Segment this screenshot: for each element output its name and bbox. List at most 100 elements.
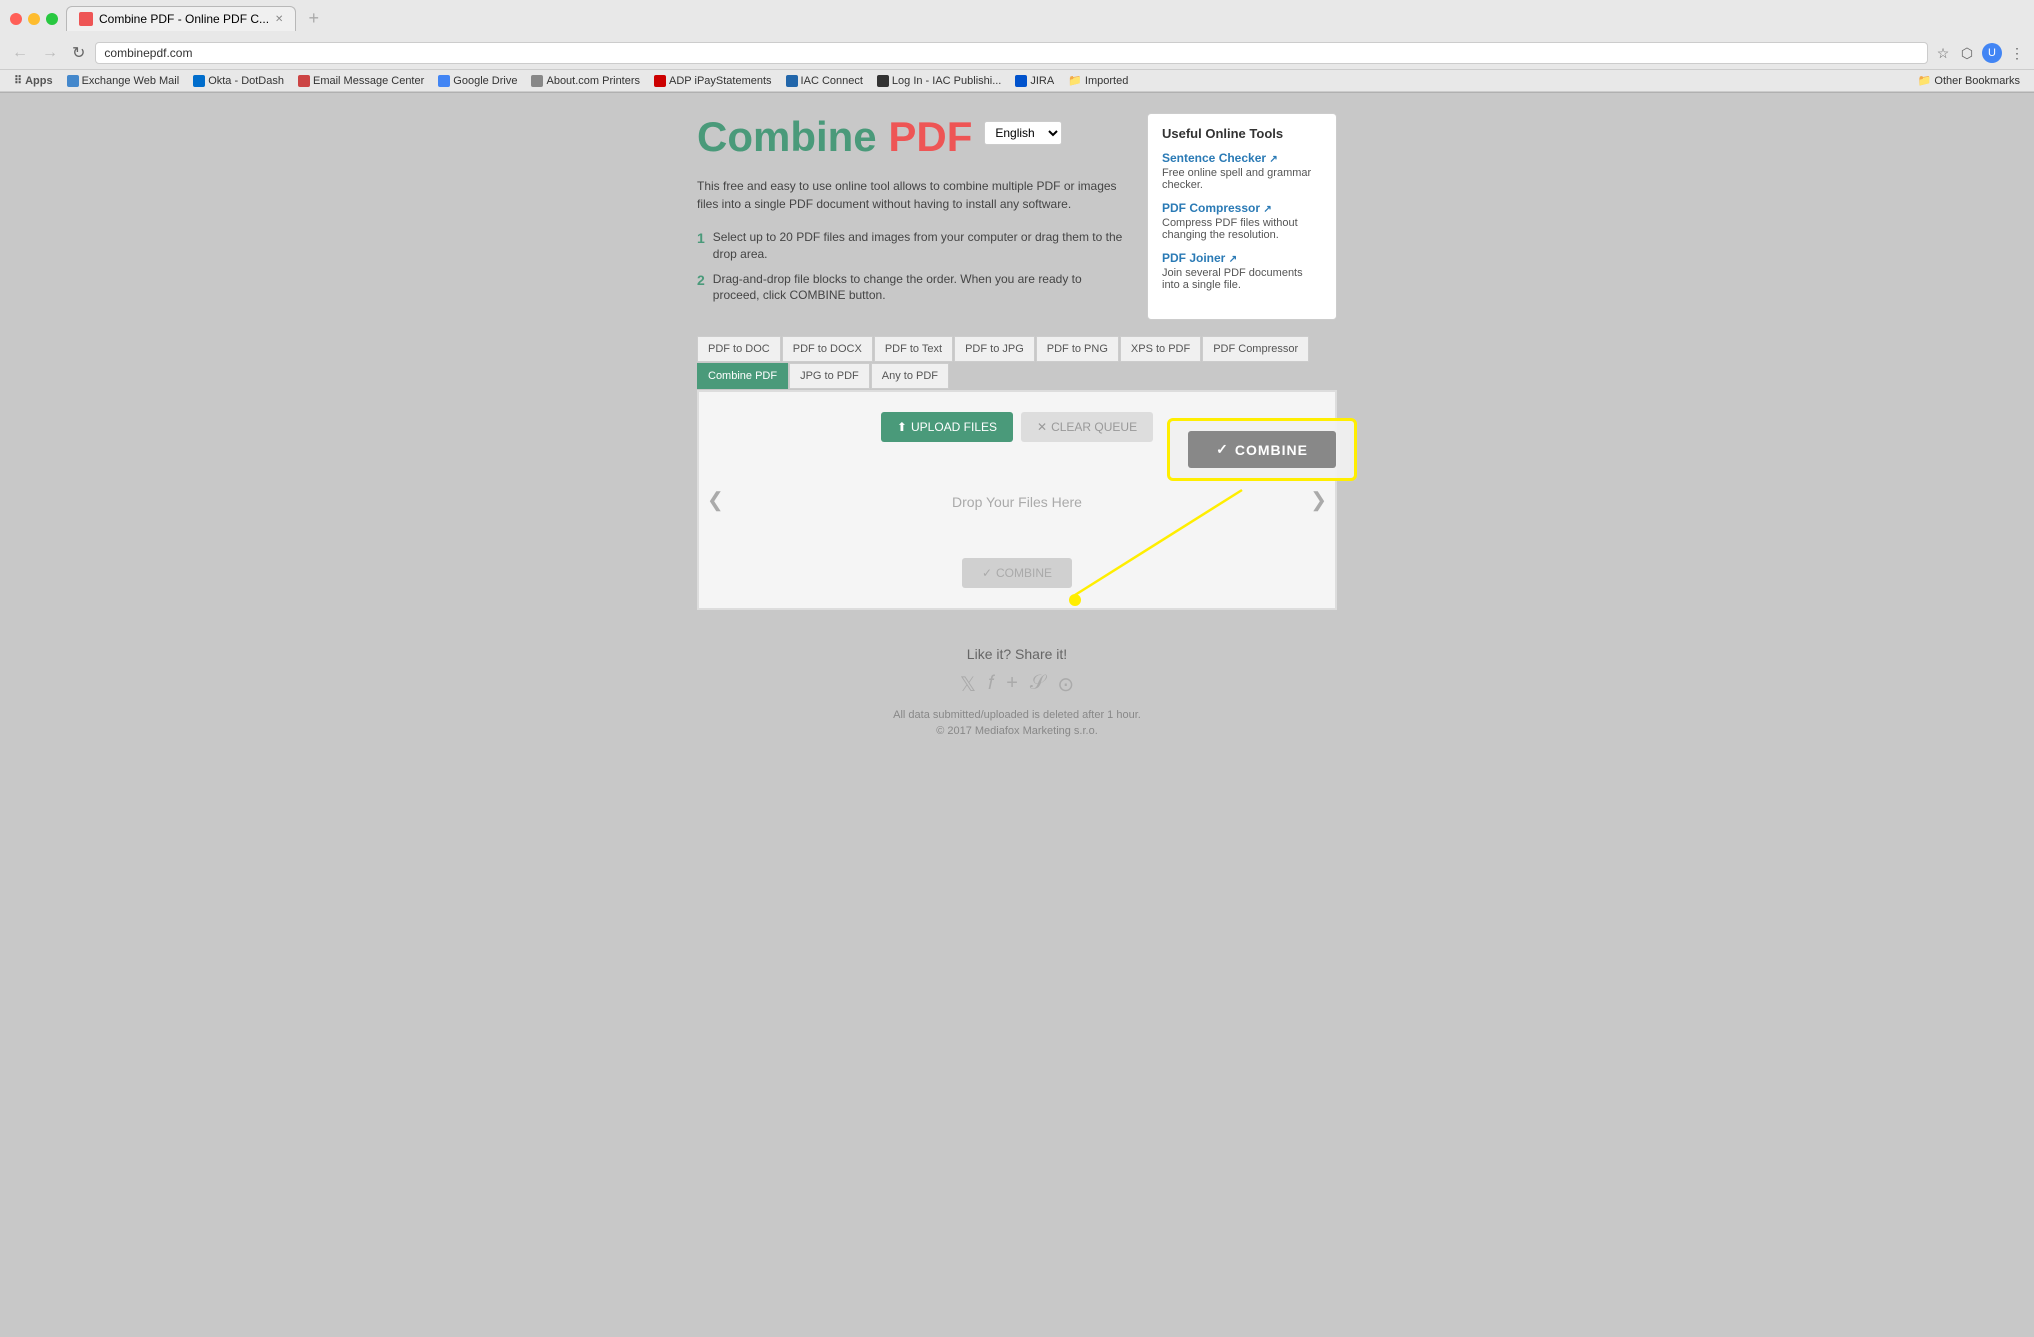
iac-icon <box>786 75 798 87</box>
bookmark-about-label: About.com Printers <box>546 75 640 87</box>
bookmark-iac[interactable]: IAC Connect <box>780 73 869 89</box>
title-bar: Combine PDF - Online PDF C... ✕ + <box>0 0 2034 37</box>
bookmark-apps[interactable]: ⠿ Apps <box>8 72 59 89</box>
bookmark-iac-label: IAC Connect <box>801 75 863 87</box>
instruction-text-2: Drag-and-drop file blocks to change the … <box>713 271 1131 305</box>
bookmark-okta-label: Okta - DotDash <box>208 75 284 87</box>
top-area: Combine PDF English French German Spanis… <box>697 113 1337 320</box>
bookmark-loginiac[interactable]: Log In - IAC Publishi... <box>871 73 1007 89</box>
tab-jpg-to-pdf[interactable]: JPG to PDF <box>789 363 870 389</box>
twitter-icon[interactable]: 𝕏 <box>960 672 976 697</box>
exchange-icon <box>67 75 79 87</box>
check-active-icon: ✓ <box>1216 441 1229 458</box>
combine-disabled-label: COMBINE <box>996 566 1052 580</box>
pdf-joiner-link[interactable]: PDF Joiner ↗ <box>1162 251 1237 265</box>
googleplus-icon[interactable]: + <box>1006 672 1018 697</box>
pdf-joiner-label: PDF Joiner <box>1162 251 1225 265</box>
bookmark-other[interactable]: 📁 Other Bookmarks <box>1912 72 2026 89</box>
instruction-num-1: 1 <box>697 229 705 263</box>
facebook-icon[interactable]: 𝑓 <box>988 672 994 697</box>
menu-icon[interactable]: ⋮ <box>2008 44 2026 62</box>
combine-highlight-box: ✓ COMBINE <box>1167 418 1357 481</box>
external-link-icon-2: ↗ <box>1263 204 1271 215</box>
combine-button-active[interactable]: ✓ COMBINE <box>1188 431 1336 468</box>
footer-copyright: © 2017 Mediafox Marketing s.r.o. <box>713 725 1321 737</box>
bookmark-okta[interactable]: Okta - DotDash <box>187 73 290 89</box>
about-icon <box>531 75 543 87</box>
bookmark-email[interactable]: Email Message Center <box>292 73 430 89</box>
language-select[interactable]: English French German Spanish <box>984 121 1062 145</box>
main-container: Combine PDF English French German Spanis… <box>697 113 1337 753</box>
annotation-wrapper: ❮ ❯ ⬆ UPLOAD FILES ✕ CLEAR QUEUE Drop Yo… <box>697 390 1337 610</box>
bookmark-jira[interactable]: JIRA <box>1009 73 1060 89</box>
tab-pdf-to-png[interactable]: PDF to PNG <box>1036 336 1119 362</box>
tab-pdf-to-text[interactable]: PDF to Text <box>874 336 953 362</box>
logo-area: Combine PDF English French German Spanis… <box>697 113 1062 161</box>
tool-tabs: PDF to DOC PDF to DOCX PDF to Text PDF t… <box>697 336 1337 390</box>
bookmark-loginiac-label: Log In - IAC Publishi... <box>892 75 1001 87</box>
external-link-icon-1: ↗ <box>1269 154 1277 165</box>
pdf-compressor-link[interactable]: PDF Compressor ↗ <box>1162 201 1272 215</box>
tab-combine-pdf[interactable]: Combine PDF <box>697 363 788 389</box>
share-title: Like it? Share it! <box>713 646 1321 662</box>
pdf-joiner-desc: Join several PDF documents into a single… <box>1162 267 1322 291</box>
carousel-right-arrow[interactable]: ❯ <box>1310 488 1327 513</box>
bookmark-adp[interactable]: ADP iPayStatements <box>648 73 778 89</box>
back-button[interactable]: ← <box>8 42 32 64</box>
tab-pdf-to-docx[interactable]: PDF to DOCX <box>782 336 873 362</box>
browser-tab[interactable]: Combine PDF - Online PDF C... ✕ <box>66 6 296 31</box>
site-header: Combine PDF English French German Spanis… <box>697 113 1131 161</box>
nav-icons: ☆ ⬡ U ⋮ <box>1934 43 2026 63</box>
bookmark-imported[interactable]: 📁 Imported <box>1062 72 1134 89</box>
okta-icon <box>193 75 205 87</box>
stumbleupon-icon[interactable]: 𝒮 <box>1030 672 1045 697</box>
x-clear-icon: ✕ <box>1037 420 1047 434</box>
extensions-icon[interactable]: ⬡ <box>1958 44 1976 62</box>
bookmark-google[interactable]: Google Drive <box>432 73 523 89</box>
footer-note: All data submitted/uploaded is deleted a… <box>713 709 1321 721</box>
bookmark-exchange[interactable]: Exchange Web Mail <box>61 73 186 89</box>
combine-active-label: COMBINE <box>1235 442 1308 458</box>
tab-close-icon[interactable]: ✕ <box>275 14 283 25</box>
combine-button-disabled[interactable]: ✓ COMBINE <box>962 558 1072 588</box>
tab-pdf-to-jpg[interactable]: PDF to JPG <box>954 336 1035 362</box>
logo-combine: Combine <box>697 113 888 160</box>
drop-text: Drop Your Files Here <box>952 494 1082 510</box>
tools-box-title: Useful Online Tools <box>1162 126 1322 141</box>
sentence-checker-link[interactable]: Sentence Checker ↗ <box>1162 151 1278 165</box>
maximize-button[interactable] <box>46 13 58 25</box>
forward-button[interactable]: → <box>38 42 62 64</box>
tab-xps-to-pdf[interactable]: XPS to PDF <box>1120 336 1201 362</box>
address-bar[interactable]: combinepdf.com <box>95 42 1928 64</box>
tab-pdf-compressor[interactable]: PDF Compressor <box>1202 336 1309 362</box>
instruction-2: 2 Drag-and-drop file blocks to change th… <box>697 271 1131 305</box>
carousel-left-arrow[interactable]: ❮ <box>707 488 724 513</box>
tab-pdf-to-doc[interactable]: PDF to DOC <box>697 336 781 362</box>
traffic-lights <box>10 13 58 25</box>
annotation-overlay: ✓ COMBINE <box>1167 418 1357 481</box>
checkmark-icon: ✓ <box>982 566 992 580</box>
instruction-num-2: 2 <box>697 271 705 305</box>
bookmark-apps-label: Apps <box>25 75 53 87</box>
x-icon <box>877 75 889 87</box>
tool-sentence-checker: Sentence Checker ↗ Free online spell and… <box>1162 151 1322 191</box>
nav-bar: ← → ↻ combinepdf.com ☆ ⬡ U ⋮ <box>0 37 2034 70</box>
upload-files-button[interactable]: ⬆ UPLOAD FILES <box>881 412 1013 442</box>
minimize-button[interactable] <box>28 13 40 25</box>
logo-pdf: PDF <box>888 113 972 160</box>
folder-icon: 📁 <box>1068 74 1082 87</box>
close-button[interactable] <box>10 13 22 25</box>
clear-queue-button[interactable]: ✕ CLEAR QUEUE <box>1021 412 1153 442</box>
bookmark-about[interactable]: About.com Printers <box>525 73 646 89</box>
sentence-checker-label: Sentence Checker <box>1162 151 1266 165</box>
bookmark-imported-label: Imported <box>1085 75 1128 87</box>
profile-icon[interactable]: U <box>1982 43 2002 63</box>
tab-favicon <box>79 12 93 26</box>
bookmark-adp-label: ADP iPayStatements <box>669 75 772 87</box>
new-tab-button[interactable]: + <box>308 8 319 29</box>
refresh-button[interactable]: ↻ <box>68 41 89 65</box>
reddit-icon[interactable]: ⊙ <box>1057 672 1074 697</box>
tab-any-to-pdf[interactable]: Any to PDF <box>871 363 949 389</box>
bookmark-google-label: Google Drive <box>453 75 517 87</box>
star-icon[interactable]: ☆ <box>1934 44 1952 62</box>
